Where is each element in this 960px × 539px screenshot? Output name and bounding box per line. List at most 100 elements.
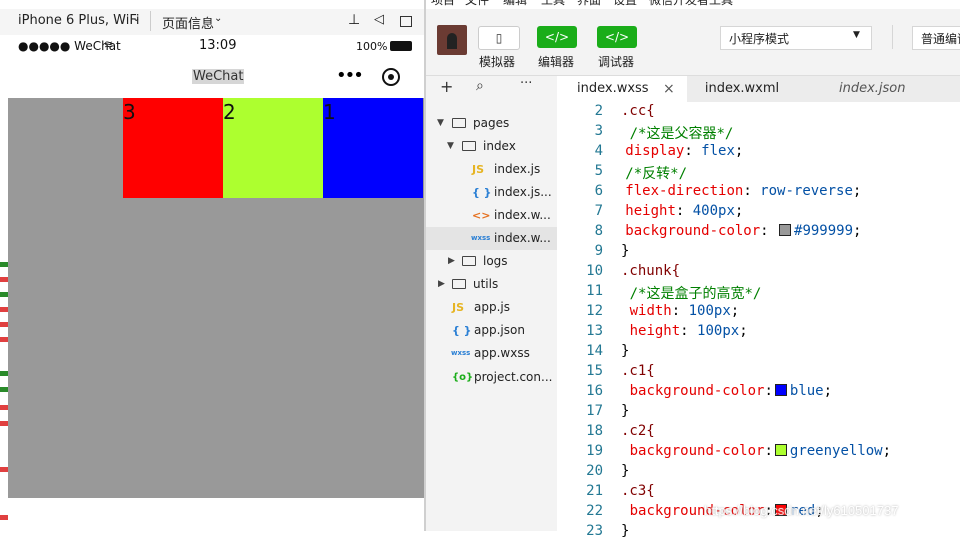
line-number: 21 (586, 483, 603, 499)
close-icon[interactable]: × (663, 76, 675, 102)
code-line[interactable]: height: 400px; (625, 203, 743, 219)
menu-tools[interactable]: 工具 (541, 0, 565, 8)
code-token: : (764, 443, 773, 459)
tree-file-app-wxss[interactable]: wxss app.wxss (426, 342, 557, 365)
code-token: 400px (692, 203, 735, 219)
window-icon[interactable] (400, 16, 412, 27)
tree-folder-pages[interactable]: ▼ pages (426, 112, 557, 135)
line-number: 18 (586, 423, 603, 439)
compile-select-value: 普通编译 (921, 32, 960, 46)
code-token: ; (882, 443, 892, 459)
tree-file-app-json[interactable]: { } app.json (426, 319, 557, 342)
divider (150, 11, 151, 31)
tree-file-index-wxss[interactable]: wxss index.w... (426, 227, 557, 250)
code-token: .cc{ (621, 103, 655, 119)
line-number: 11 (586, 283, 603, 299)
simulator-button-label[interactable]: 模拟器 (479, 53, 515, 70)
tree-label: index.w... (494, 208, 551, 222)
more-icon[interactable]: ··· (520, 76, 532, 91)
code-line[interactable]: .c1{ (621, 363, 655, 379)
tree-folder-logs[interactable]: ▶ logs (426, 250, 557, 273)
code-editor[interactable]: 2 .cc{3 /*这是父容器*/ 4 display: flex; 5 /*反转*/ 6 fl… (557, 102, 960, 539)
tree-label: app.js (474, 300, 510, 314)
menu-edit[interactable]: 编辑 (503, 0, 527, 8)
code-token: ; (734, 203, 744, 219)
editor-button-label[interactable]: 编辑器 (538, 53, 574, 70)
color-swatch-icon[interactable] (774, 444, 787, 456)
tree-file-index-json[interactable]: { } index.js... (426, 181, 557, 204)
code-line[interactable]: display: flex; (625, 143, 743, 159)
search-icon[interactable]: ⌕ (476, 78, 484, 94)
code-line[interactable]: .c2{ (621, 423, 655, 439)
menu-project[interactable]: 项目 (431, 0, 455, 8)
debugger-icon[interactable]: </> (597, 26, 637, 48)
code-line[interactable]: } (621, 463, 629, 479)
menu-wechat-devtools[interactable]: 微信开发者工具 (649, 0, 733, 8)
wxss-file-icon: wxss (451, 349, 471, 357)
tab-index-wxss[interactable]: index.wxss × (557, 76, 687, 102)
code-line[interactable]: /*这是父容器*/ (630, 123, 734, 143)
code-line[interactable]: } (621, 243, 629, 259)
code-line[interactable]: .cc{ (621, 103, 655, 119)
avatar[interactable] (437, 25, 467, 55)
chunk-c2: 2 (223, 98, 323, 198)
line-number: 7 (594, 203, 603, 219)
tab-index-wxml[interactable]: index.wxml (687, 76, 797, 102)
chevron-down-icon: ⌄ (214, 13, 223, 24)
editor-icon[interactable]: </> (537, 26, 577, 48)
code-line[interactable]: /*反转*/ (625, 163, 687, 183)
tree-label: index.w... (494, 231, 551, 245)
menu-settings[interactable]: 设置 (613, 0, 637, 8)
color-swatch-icon[interactable] (779, 224, 792, 236)
menu-file[interactable]: 文件 (465, 0, 489, 8)
tree-label: project.con... (474, 370, 553, 384)
code-line[interactable]: background-color: blue; (630, 383, 832, 399)
code-line[interactable]: .chunk{ (621, 263, 680, 279)
code-line[interactable]: background-color: #999999; (625, 223, 861, 239)
tab-index-json[interactable]: index.json (797, 76, 960, 102)
code-line[interactable]: /*这是盒子的高宽*/ (630, 283, 762, 303)
code-line[interactable]: .c3{ (621, 483, 655, 499)
page-bottom (8, 498, 424, 531)
compile-select[interactable]: 普通编译 (912, 26, 960, 50)
color-swatch-icon[interactable] (774, 384, 787, 396)
folder-open-icon (462, 141, 476, 151)
add-file-icon[interactable]: + (440, 77, 453, 96)
code-token: ; (730, 303, 740, 319)
code-line[interactable]: flex-direction: row-reverse; (625, 183, 861, 199)
editor-tabs: index.wxss × index.wxml index.json (557, 76, 960, 103)
code-token: greenyellow (789, 443, 883, 459)
code-line[interactable]: } (621, 523, 629, 539)
code-line[interactable]: width: 100px; (630, 303, 740, 319)
code-token: /*这是盒子的高宽*/ (629, 286, 762, 302)
device-model-select[interactable]: iPhone 6 Plus, WiFi (18, 13, 139, 28)
tree-label: pages (473, 116, 510, 130)
debugger-button-label[interactable]: 调试器 (598, 53, 634, 70)
tree-folder-utils[interactable]: ▶ utils (426, 273, 557, 296)
tree-file-index-js[interactable]: JS index.js (426, 158, 557, 181)
menu-interface[interactable]: 界面 (577, 0, 601, 8)
code-line[interactable]: background-color: greenyellow; (630, 443, 891, 459)
tree-folder-index[interactable]: ▼ index (426, 135, 557, 158)
code-line[interactable]: height: 100px; (630, 323, 748, 339)
code-line[interactable]: } (621, 403, 629, 419)
line-number: 9 (594, 243, 603, 259)
close-capsule-icon[interactable] (382, 68, 400, 86)
js-file-icon: JS (452, 301, 465, 314)
line-number: 8 (594, 223, 603, 239)
volume-icon[interactable]: ◁ (374, 12, 384, 27)
code-token: height (625, 203, 676, 219)
code-line[interactable]: } (621, 343, 629, 359)
page-info-select[interactable]: 页面信息 (162, 13, 214, 32)
tree-file-app-js[interactable]: JS app.js (426, 296, 557, 319)
tree-file-index-wxml[interactable]: <> index.w... (426, 204, 557, 227)
more-icon[interactable]: ••• (336, 65, 364, 86)
pin-icon[interactable]: ⊥ (348, 12, 360, 28)
tree-file-project-config[interactable]: {o} project.con... (426, 366, 557, 389)
code-token: background-color (625, 223, 761, 239)
chunk-label: 1 (323, 100, 336, 124)
chunk-label: 3 (123, 100, 136, 124)
simulator-icon[interactable]: ▯ (478, 26, 520, 50)
js-file-icon: JS (472, 163, 485, 176)
mode-select[interactable]: 小程序模式 ▼ (720, 26, 872, 50)
